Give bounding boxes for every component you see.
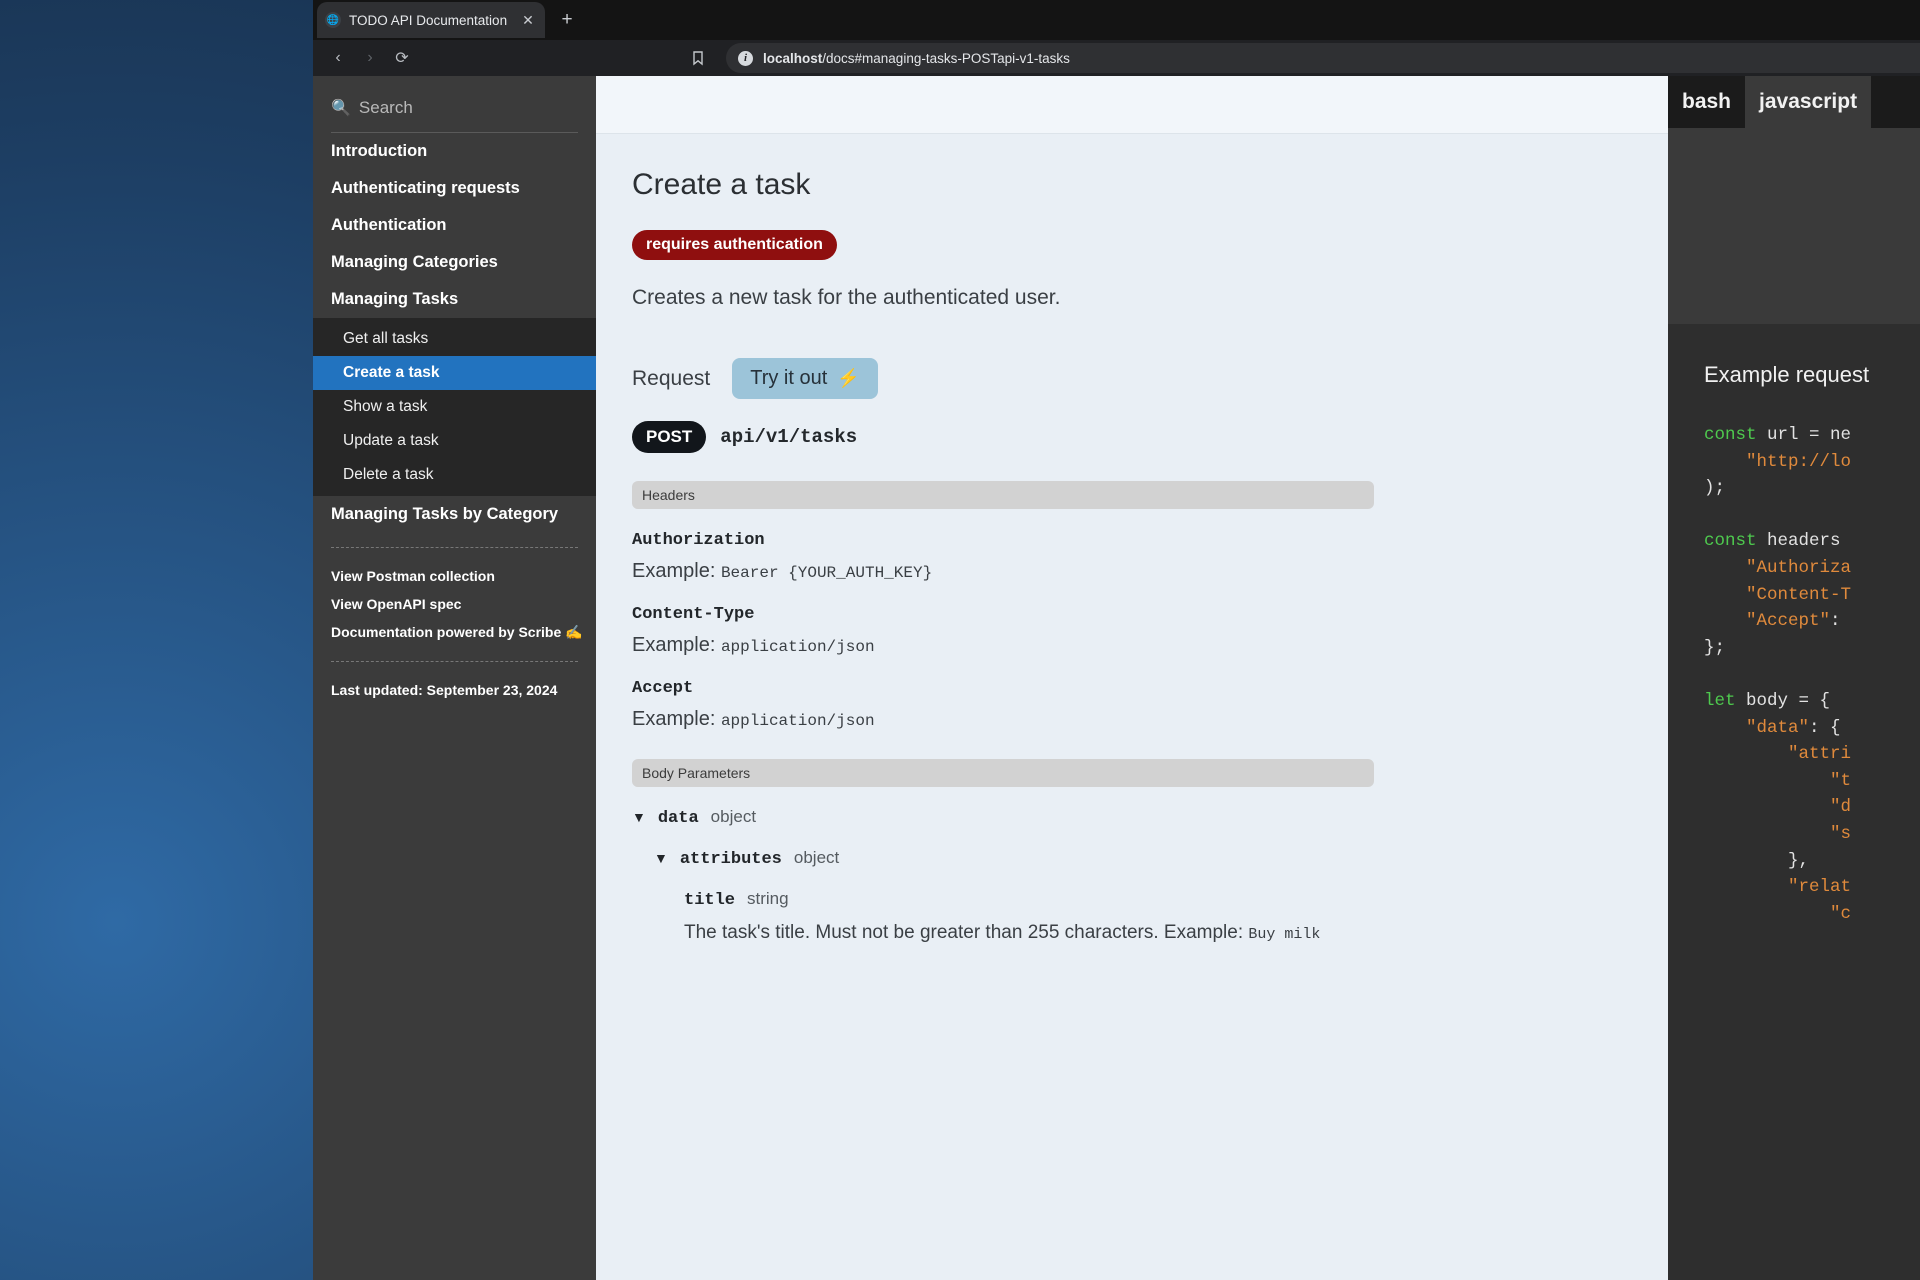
headers-section-band: Headers [632, 481, 1374, 509]
bookmark-icon[interactable] [689, 49, 707, 67]
new-tab-button[interactable]: + [553, 6, 581, 34]
forward-button[interactable]: › [355, 43, 385, 73]
tab-title: TODO API Documentation [349, 12, 508, 28]
try-it-out-button[interactable]: Try it out ⚡ [732, 358, 878, 399]
code-language-tabs: bash javascript [1668, 76, 1920, 128]
example-value: application/json [720, 712, 875, 730]
example-label: Example: [632, 708, 716, 730]
request-label: Request [632, 366, 711, 390]
example-label: Example: [632, 560, 716, 582]
sidebar-item-authenticating-requests[interactable]: Authenticating requests [313, 170, 596, 207]
back-button[interactable]: ‹ [323, 43, 353, 73]
body-param-type: object [793, 848, 840, 867]
sidebar-subgroup-managing-tasks: Get all tasks Create a task Show a task … [313, 318, 596, 496]
sidebar-item-introduction[interactable]: Introduction [313, 133, 596, 170]
sidebar-item-create-a-task[interactable]: Create a task [313, 356, 596, 390]
sidebar-item-delete-a-task[interactable]: Delete a task [313, 458, 596, 492]
description-text: The task's title. Must not be greater th… [684, 922, 1244, 943]
browser-tab-strip: 🌐 TODO API Documentation ✕ + [313, 0, 1920, 40]
url-host: localhost [763, 50, 823, 66]
magnifier-icon: 🔍 [331, 100, 351, 117]
lightning-bolt-icon: ⚡ [837, 368, 860, 388]
example-label: Example: [632, 634, 716, 656]
browser-tab[interactable]: 🌐 TODO API Documentation ✕ [317, 2, 545, 38]
body-param-type: object [710, 807, 757, 826]
description-example: Buy milk [1248, 926, 1321, 943]
sidebar-item-show-a-task[interactable]: Show a task [313, 390, 596, 424]
chevron-down-icon[interactable]: ▼ [654, 850, 668, 866]
search-placeholder: Search [358, 98, 413, 117]
code-panel-body: Example request const url = ne "http://l… [1668, 324, 1920, 980]
globe-icon: 🌐 [325, 12, 341, 28]
body-param-type: string [747, 889, 789, 908]
browser-window: 🌐 TODO API Documentation ✕ + ‹ › ⟳ i loc… [313, 0, 1920, 1280]
sidebar-dashed-divider-top [331, 547, 578, 548]
example-request-title: Example request [1704, 362, 1870, 387]
sidebar-item-update-a-task[interactable]: Update a task [313, 424, 596, 458]
sidebar-item-managing-tasks-by-category[interactable]: Managing Tasks by Category [313, 496, 596, 533]
url-path: /docs#managing-tasks-POSTapi-v1-tasks [822, 50, 1070, 66]
code-block[interactable]: const url = ne "http://lo ); const heade… [1668, 422, 1920, 980]
sidebar-item-get-all-tasks[interactable]: Get all tasks [313, 322, 596, 356]
site-info-icon[interactable]: i [738, 50, 753, 66]
sidebar-item-managing-tasks[interactable]: Managing Tasks [313, 281, 596, 318]
sidebar-dashed-divider-bottom [331, 661, 578, 662]
code-panel-spacer [1668, 128, 1920, 324]
body-param-key: attributes [679, 850, 782, 869]
body-param-key: data [657, 809, 699, 828]
example-value: application/json [720, 638, 875, 656]
try-it-out-label: Try it out [750, 367, 828, 389]
example-value: Bearer {YOUR_AUTH_KEY} [720, 564, 933, 582]
status-badge: requires authentication [632, 230, 837, 260]
web-page: 🔍 Search Introduction Authenticating req… [313, 76, 1920, 1280]
docs-sidebar: 🔍 Search Introduction Authenticating req… [313, 76, 596, 1280]
view-openapi-spec-link[interactable]: View OpenAPI spec [313, 590, 596, 618]
browser-toolbar: ‹ › ⟳ i localhost/docs#managing-tasks-PO… [313, 40, 1920, 76]
url-text: localhost/docs#managing-tasks-POSTapi-v1… [763, 51, 1070, 66]
tab-bash[interactable]: bash [1668, 76, 1745, 128]
search-input[interactable]: 🔍 Search [313, 76, 596, 124]
endpoint-path: api/v1/tasks [720, 426, 858, 448]
address-bar[interactable]: i localhost/docs#managing-tasks-POSTapi-… [726, 43, 1920, 73]
sidebar-item-managing-categories[interactable]: Managing Categories [313, 244, 596, 281]
view-postman-collection-link[interactable]: View Postman collection [313, 562, 596, 590]
chevron-down-icon[interactable]: ▼ [632, 809, 646, 825]
docs-content: Create a task requires authentication Cr… [596, 76, 1920, 1280]
body-param-title-description: The task's title. Must not be greater th… [684, 918, 1384, 947]
reload-button[interactable]: ⟳ [387, 43, 417, 73]
body-param-key: title [684, 891, 736, 910]
sidebar-item-authentication[interactable]: Authentication [313, 207, 596, 244]
http-method-badge: POST [632, 421, 707, 453]
example-code-panel: bash javascript Example request const ur… [1668, 76, 1920, 1280]
tab-javascript[interactable]: javascript [1745, 76, 1872, 128]
powered-by-scribe-link[interactable]: Documentation powered by Scribe ✍️ [313, 618, 596, 647]
close-icon[interactable]: ✕ [519, 11, 537, 29]
last-updated-text: Last updated: September 23, 2024 [331, 682, 558, 698]
body-parameters-section-band: Body Parameters [632, 759, 1374, 787]
